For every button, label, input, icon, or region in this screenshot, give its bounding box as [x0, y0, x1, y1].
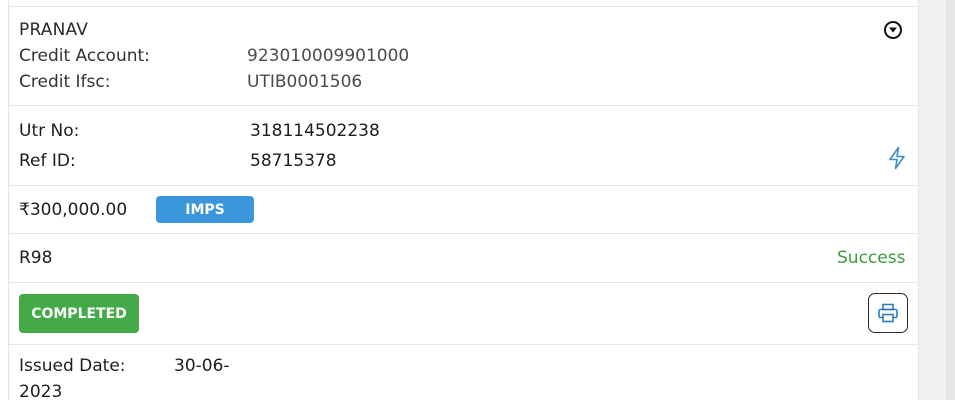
divider — [9, 233, 918, 234]
credit-account-value: 923010009901000 — [247, 46, 410, 66]
issued-date-value-line1: 30-06- — [174, 356, 230, 376]
credit-account-label: Credit Account: — [19, 46, 150, 66]
issued-date-label: Issued Date: — [19, 356, 126, 376]
divider — [9, 344, 918, 345]
credit-ifsc-label: Credit Ifsc: — [19, 72, 111, 92]
ref-id-value: 58715378 — [250, 151, 337, 171]
bolt-icon[interactable] — [887, 146, 907, 170]
utr-label: Utr No: — [19, 121, 80, 141]
print-button[interactable] — [868, 293, 908, 333]
ref-id-label: Ref ID: — [19, 151, 76, 171]
credit-ifsc-value: UTIB0001506 — [247, 72, 363, 92]
response-code: R98 — [19, 248, 53, 268]
transaction-card: PRANAV Credit Account: 923010009901000 C… — [8, 0, 919, 402]
completed-status-button[interactable]: COMPLETED — [19, 294, 139, 333]
beneficiary-name: PRANAV — [19, 20, 89, 40]
amount: ₹300,000.00 — [19, 200, 128, 220]
issued-date-value-line2: 2023 — [19, 382, 63, 402]
divider — [9, 6, 918, 7]
printer-icon — [878, 303, 898, 323]
chevron-down-icon[interactable] — [884, 21, 902, 39]
payment-mode-badge: IMPS — [156, 196, 254, 223]
utr-value: 318114502238 — [250, 121, 380, 141]
transaction-result: Success — [837, 248, 906, 268]
scrollbar-track[interactable] — [946, 0, 955, 400]
divider — [9, 282, 918, 283]
divider — [9, 105, 918, 106]
divider — [9, 185, 918, 186]
